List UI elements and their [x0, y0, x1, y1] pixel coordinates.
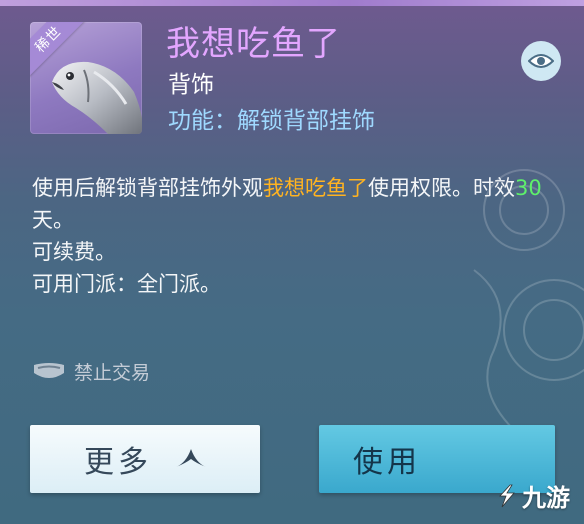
function-label: 功能： [168, 108, 237, 134]
trade-label: 禁止交易 [74, 362, 151, 384]
more-button-label: 更多 [84, 445, 152, 480]
description-sect: 可用门派：全门派。 [32, 272, 221, 296]
jiuyou-watermark: 九游 [492, 478, 570, 513]
description-line-1: 使用后解锁背部挂饰外观我想吃鱼了使用权限。时效30 天。 [32, 172, 552, 236]
item-tooltip-panel: 稀世 我想吃鱼了 背饰 功能：解锁背部挂饰 使用后解锁背部挂饰外观我想吃鱼了使用… [0, 0, 584, 524]
item-type: 背饰 [168, 72, 214, 98]
jiuyou-logo [499, 484, 515, 507]
description-days: 30 [515, 176, 542, 200]
function-value: 解锁背部挂饰 [237, 108, 375, 134]
use-button-label: 使用 [353, 445, 421, 480]
no-trade-icon [34, 362, 64, 378]
item-title: 我想吃鱼了 [166, 24, 341, 64]
eye-icon [528, 54, 554, 68]
item-function: 功能：解锁背部挂饰 [168, 106, 375, 136]
description-renew: 可续费。 [32, 240, 116, 264]
item-icon-frame: 稀世 [30, 22, 142, 134]
trade-restriction: 禁止交易 [32, 358, 150, 385]
item-description: 使用后解锁背部挂饰外观我想吃鱼了使用权限。时效30 天。 可续费。 可用门派：全门… [32, 172, 552, 300]
more-button[interactable]: 更多 [30, 425, 260, 493]
watermark-text: 九游 [522, 484, 570, 512]
description-text: 使用后解锁背部挂饰外观 [32, 176, 263, 200]
description-item-name: 我想吃鱼了 [263, 176, 368, 200]
description-text: 使用权限。时效 [368, 176, 515, 200]
expand-up-icon [176, 449, 206, 467]
preview-eye-button[interactable] [521, 41, 561, 81]
description-text: 天。 [32, 208, 74, 232]
